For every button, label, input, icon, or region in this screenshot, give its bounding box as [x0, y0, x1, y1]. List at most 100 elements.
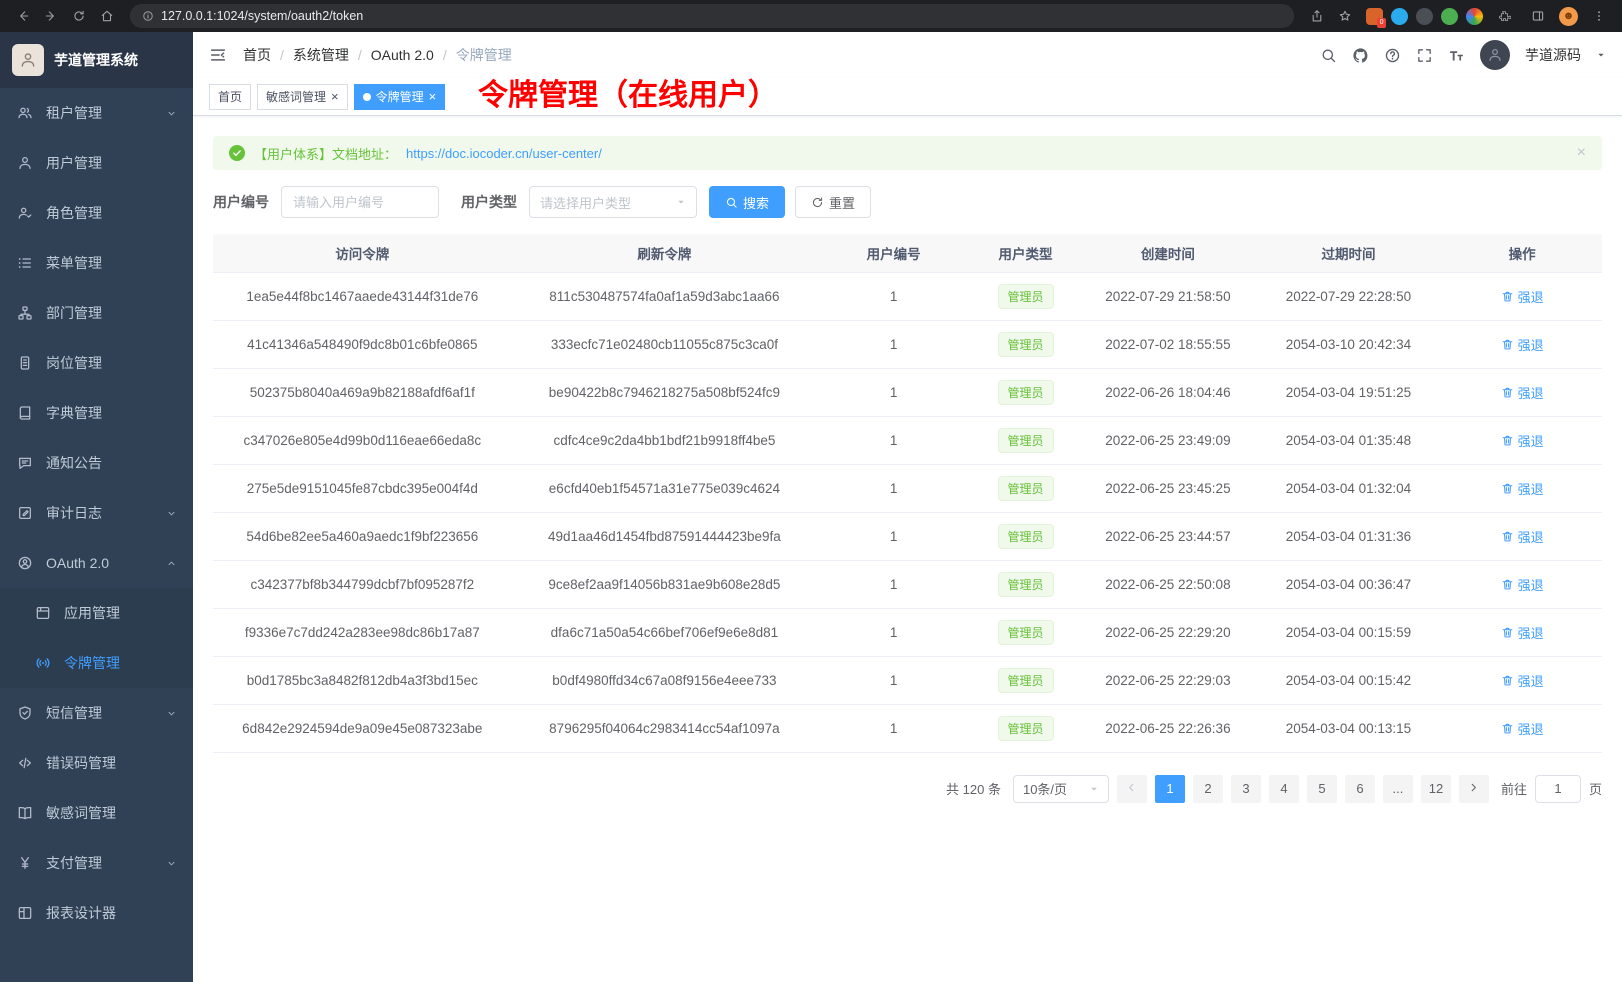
create-time-cell: 2022-06-25 22:50:08 — [1081, 560, 1255, 608]
site-info-icon[interactable] — [142, 10, 154, 22]
access-token-cell: b0d1785bc3a8482f812db4a3f3bd15ec — [213, 656, 512, 704]
browser-profile-avatar[interactable]: ☻ — [1559, 7, 1578, 26]
page-button[interactable]: 5 — [1307, 775, 1337, 803]
tab-close-icon[interactable]: × — [331, 90, 339, 103]
sidebar-item-post-management[interactable]: 岗位管理 — [0, 338, 193, 388]
sidebar-item-oauth2[interactable]: OAuth 2.0 — [0, 538, 193, 588]
tab-label: 令牌管理 — [376, 88, 424, 105]
user-type-badge: 管理员 — [998, 524, 1054, 549]
sidebar-item-dept-management[interactable]: 部门管理 — [0, 288, 193, 338]
address-bar[interactable]: 127.0.0.1:1024/system/oauth2/token — [130, 4, 1294, 28]
extension-icon[interactable] — [1416, 8, 1433, 25]
force-logout-button[interactable]: 强退 — [1501, 719, 1544, 738]
sidebar-item-label: 支付管理 — [46, 853, 154, 873]
alert-doc-link[interactable]: https://doc.iocoder.cn/user-center/ — [406, 146, 602, 161]
sidebar-item-notice-management[interactable]: 通知公告 — [0, 438, 193, 488]
user-type-select[interactable]: 请选择用户类型 — [529, 186, 697, 218]
sidebar-item-label: 菜单管理 — [46, 253, 177, 273]
trash-icon — [1501, 722, 1514, 735]
sidebar-item-sms-management[interactable]: 短信管理 — [0, 688, 193, 738]
sidebar-fold-icon[interactable] — [209, 46, 227, 64]
force-logout-button[interactable]: 强退 — [1501, 383, 1544, 402]
force-logout-button[interactable]: 强退 — [1501, 623, 1544, 642]
refresh-token-cell: 333ecfc71e02480cb11055c875c3ca0f — [512, 320, 818, 368]
force-logout-button[interactable]: 强退 — [1501, 479, 1544, 498]
user-id-cell: 1 — [817, 512, 970, 560]
sidebar-item-pay-management[interactable]: 支付管理 — [0, 838, 193, 888]
user-type-badge: 管理员 — [998, 716, 1054, 741]
font-size-icon[interactable] — [1448, 47, 1465, 64]
username[interactable]: 芋道源码 — [1525, 45, 1581, 65]
breadcrumb-item[interactable]: OAuth 2.0 — [371, 47, 434, 63]
bookmark-star-icon[interactable] — [1332, 4, 1358, 28]
expire-time-cell: 2054-03-10 20:42:34 — [1255, 320, 1443, 368]
next-page-button[interactable] — [1459, 775, 1489, 803]
column-header: 访问令牌 — [213, 234, 512, 272]
page-button[interactable]: 1 — [1155, 775, 1185, 803]
sidebar-item-app-management[interactable]: 应用管理 — [0, 588, 193, 638]
reset-button-label: 重置 — [829, 193, 855, 212]
user-avatar[interactable] — [1480, 40, 1510, 70]
browser-reload-icon[interactable] — [66, 4, 92, 28]
force-logout-button[interactable]: 强退 — [1501, 335, 1544, 354]
action-cell: 强退 — [1442, 704, 1602, 752]
sidebar-item-dict-management[interactable]: 字典管理 — [0, 388, 193, 438]
fullscreen-icon[interactable] — [1416, 47, 1433, 64]
sms-management-icon — [16, 705, 34, 721]
breadcrumb-separator: / — [443, 47, 447, 63]
alert-close-icon[interactable]: × — [1577, 144, 1586, 162]
page-button[interactable]: 6 — [1345, 775, 1375, 803]
sidebar-item-user-management[interactable]: 用户管理 — [0, 138, 193, 188]
breadcrumb-item[interactable]: 首页 — [243, 45, 271, 65]
user-id-input[interactable] — [281, 186, 439, 218]
chevron-down-icon — [166, 858, 177, 869]
page-button[interactable]: 3 — [1231, 775, 1261, 803]
tab-sensitive-word[interactable]: 敏感词管理× — [257, 84, 348, 110]
help-icon[interactable] — [1384, 47, 1401, 64]
force-logout-button[interactable]: 强退 — [1501, 431, 1544, 450]
side-panel-icon[interactable] — [1525, 4, 1551, 28]
refresh-token-cell: 9ce8ef2aa9f14056b831ae9b608e28d5 — [512, 560, 818, 608]
tab-home[interactable]: 首页 — [209, 84, 251, 110]
chevron-down-icon — [166, 708, 177, 719]
page-button[interactable]: 2 — [1193, 775, 1223, 803]
app-logo[interactable]: 芋道管理系统 — [0, 32, 193, 88]
force-logout-button[interactable]: 强退 — [1501, 287, 1544, 306]
user-menu-caret-icon[interactable] — [1596, 50, 1606, 60]
sidebar-item-menu-management[interactable]: 菜单管理 — [0, 238, 193, 288]
browser-forward-icon[interactable] — [38, 4, 64, 28]
user-id-label: 用户编号 — [213, 192, 269, 212]
extension-icon[interactable]: 0 — [1366, 8, 1383, 25]
extension-icon[interactable] — [1441, 8, 1458, 25]
more-pages-button[interactable]: ... — [1383, 775, 1413, 803]
force-logout-button[interactable]: 强退 — [1501, 575, 1544, 594]
prev-page-button[interactable] — [1117, 775, 1147, 803]
goto-page-input[interactable] — [1535, 775, 1581, 803]
sidebar-item-token-management[interactable]: 令牌管理 — [0, 638, 193, 688]
force-logout-button[interactable]: 强退 — [1501, 671, 1544, 690]
sidebar-item-sensitive-word[interactable]: 敏感词管理 — [0, 788, 193, 838]
sidebar-item-audit-log[interactable]: 审计日志 — [0, 488, 193, 538]
github-icon[interactable] — [1352, 47, 1369, 64]
page-button[interactable]: 12 — [1421, 775, 1451, 803]
sidebar-item-tenant-management[interactable]: 租户管理 — [0, 88, 193, 138]
sidebar-item-role-management[interactable]: 角色管理 — [0, 188, 193, 238]
breadcrumb-item[interactable]: 系统管理 — [293, 45, 349, 65]
sidebar-item-report-designer[interactable]: 报表设计器 — [0, 888, 193, 938]
search-icon[interactable] — [1320, 47, 1337, 64]
tab-token[interactable]: 令牌管理 × — [354, 84, 446, 110]
browser-menu-icon[interactable] — [1586, 4, 1612, 28]
page-size-select[interactable]: 10条/页 — [1013, 775, 1109, 803]
extensions-puzzle-icon[interactable] — [1491, 4, 1517, 28]
sidebar-item-errorcode-management[interactable]: 错误码管理 — [0, 738, 193, 788]
share-icon[interactable] — [1304, 4, 1330, 28]
tab-close-icon[interactable]: × — [429, 90, 437, 103]
reset-button[interactable]: 重置 — [795, 186, 871, 218]
page-button[interactable]: 4 — [1269, 775, 1299, 803]
browser-home-icon[interactable] — [94, 4, 120, 28]
extension-icon[interactable] — [1391, 8, 1408, 25]
force-logout-button[interactable]: 强退 — [1501, 527, 1544, 546]
browser-back-icon[interactable] — [10, 4, 36, 28]
search-button[interactable]: 搜索 — [709, 186, 785, 218]
extension-icon[interactable] — [1466, 8, 1483, 25]
